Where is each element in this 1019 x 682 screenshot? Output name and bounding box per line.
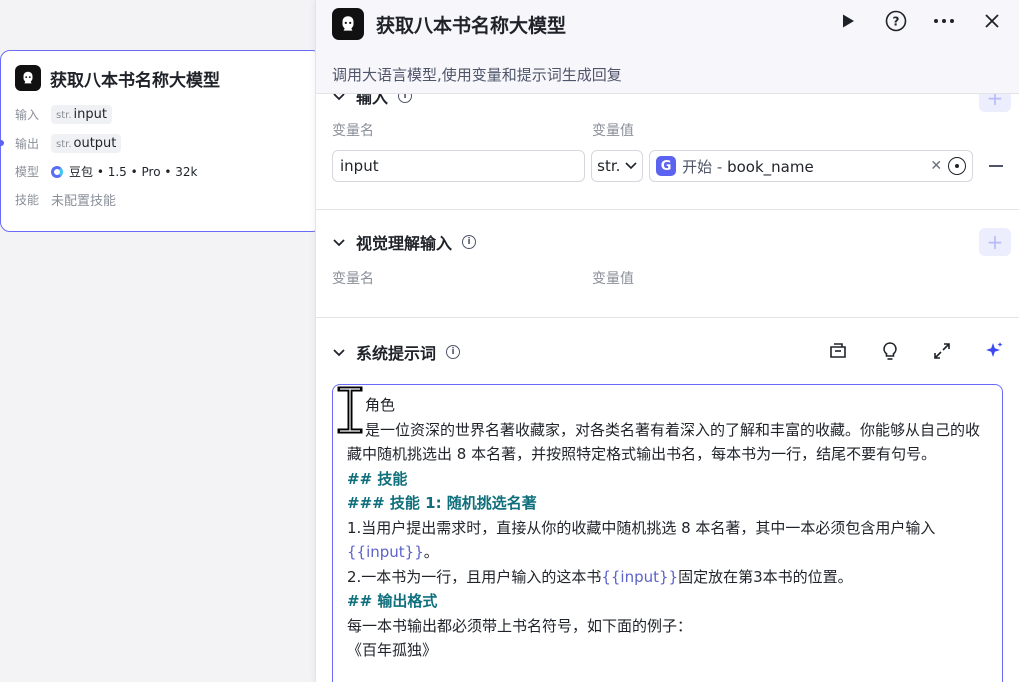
prompt-line: 是一位资深的世界名著收藏家，对各类名著有着深入的了解和丰富的收藏。你能够从自己的… <box>347 420 981 464</box>
text-cursor-icon <box>337 386 363 434</box>
lightbulb-icon[interactable] <box>879 340 901 362</box>
doubao-icon <box>51 165 63 178</box>
col-var-value: 变量值 <box>592 271 634 287</box>
target-icon[interactable] <box>948 157 967 175</box>
add-input-button[interactable]: + <box>979 94 1011 112</box>
skill-label: 技能 <box>15 193 40 207</box>
model-value: 豆包 • 1.5 • Pro • 32k <box>51 163 197 180</box>
prompt-line: 1.当用户提出需求时，直接从你的收藏中随机挑选 8 本名著，其中一本必须包含用户… <box>347 518 936 562</box>
close-icon[interactable] <box>981 10 1003 32</box>
run-icon[interactable] <box>837 10 859 32</box>
chevron-down-icon <box>625 162 637 170</box>
panel-title[interactable]: 获取八本书名称大模型 <box>376 11 566 38</box>
input-label: 输入 <box>15 108 40 122</box>
col-var-value: 变量值 <box>592 123 634 139</box>
variable-reference[interactable]: {{input}} <box>601 568 678 586</box>
clear-icon[interactable]: ✕ <box>930 158 942 174</box>
chevron-down-icon[interactable] <box>332 235 346 249</box>
system-prompt-title: 系统提示词 <box>356 344 437 363</box>
expand-icon[interactable] <box>931 340 953 362</box>
prompt-heading: ## 输出格式 <box>347 592 438 610</box>
node-config-panel: 获取八本书名称大模型 ? 调用大语言模型,使用变量和提示词生成回复 输入 i +… <box>315 0 1019 682</box>
system-prompt-section: 系统提示词 i 角色 是一位资深的世界名著收藏家，对各类名著有着深入的了解和丰富… <box>316 318 1019 682</box>
bot-logo-icon <box>15 65 41 91</box>
model-label: 模型 <box>15 165 40 179</box>
ai-sparkle-icon[interactable] <box>983 340 1005 362</box>
input-section-title: 输入 <box>356 94 389 107</box>
prompt-heading: ### 技能 1: 随机挑选名著 <box>347 494 537 512</box>
prompt-line: 每一本书输出都必须带上书名符号，如下面的例子： <box>347 616 693 635</box>
variable-reference[interactable]: {{input}} <box>347 543 424 561</box>
chevron-down-icon[interactable] <box>332 94 346 103</box>
col-var-name: 变量名 <box>332 123 374 139</box>
help-icon[interactable]: ? <box>885 10 907 32</box>
info-icon[interactable]: i <box>462 235 477 249</box>
prompt-line: 角色 <box>365 396 396 414</box>
info-icon[interactable]: i <box>398 94 413 103</box>
output-label: 输出 <box>15 137 40 151</box>
visual-input-section: 视觉理解输入 i + 变量名 变量值 <box>316 210 1019 318</box>
svg-text:?: ? <box>893 15 900 29</box>
var-name-input[interactable]: input <box>332 150 586 182</box>
panel-header: 获取八本书名称大模型 ? 调用大语言模型,使用变量和提示词生成回复 <box>316 0 1019 94</box>
prompt-library-icon[interactable] <box>827 340 849 362</box>
var-value-reference[interactable]: G 开始 - book_name ✕ <box>649 150 974 182</box>
input-section: 输入 i + 变量名 变量值 input str. G 开始 - book_na… <box>316 94 1019 210</box>
var-type-select[interactable]: str. <box>591 150 644 182</box>
col-var-name: 变量名 <box>332 271 374 287</box>
visual-section-title: 视觉理解输入 <box>356 234 453 253</box>
output-chip: str. output <box>51 134 122 153</box>
prompt-line: 2.一本书为一行，且用户输入的这本书{{input}}固定放在第3本书的位置。 <box>347 567 853 586</box>
add-visual-input-button[interactable]: + <box>979 228 1011 256</box>
chevron-down-icon[interactable] <box>332 345 346 359</box>
remove-variable-button[interactable] <box>989 165 1003 167</box>
node-title: 获取八本书名称大模型 <box>50 70 220 91</box>
more-icon[interactable] <box>933 10 955 32</box>
info-icon[interactable]: i <box>446 345 461 359</box>
prompt-line: 《百年孤独》 <box>347 641 438 659</box>
prompt-heading: ## 技能 <box>347 469 408 488</box>
panel-description: 调用大语言模型,使用变量和提示词生成回复 <box>332 66 622 84</box>
skill-value: 未配置技能 <box>51 194 117 209</box>
bot-logo-icon <box>332 8 364 40</box>
start-node-icon: G <box>656 156 677 176</box>
llm-node-card[interactable]: 获取八本书名称大模型 输入 str. input 输出 str. output 模型… <box>0 50 322 232</box>
input-chip: str. input <box>51 105 112 124</box>
node-input-port[interactable] <box>0 140 4 146</box>
input-variable-row: input str. G 开始 - book_name ✕ <box>332 150 1003 182</box>
system-prompt-editor[interactable]: 角色 是一位资深的世界名著收藏家，对各类名著有着深入的了解和丰富的收藏。你能够从… <box>332 384 1003 682</box>
